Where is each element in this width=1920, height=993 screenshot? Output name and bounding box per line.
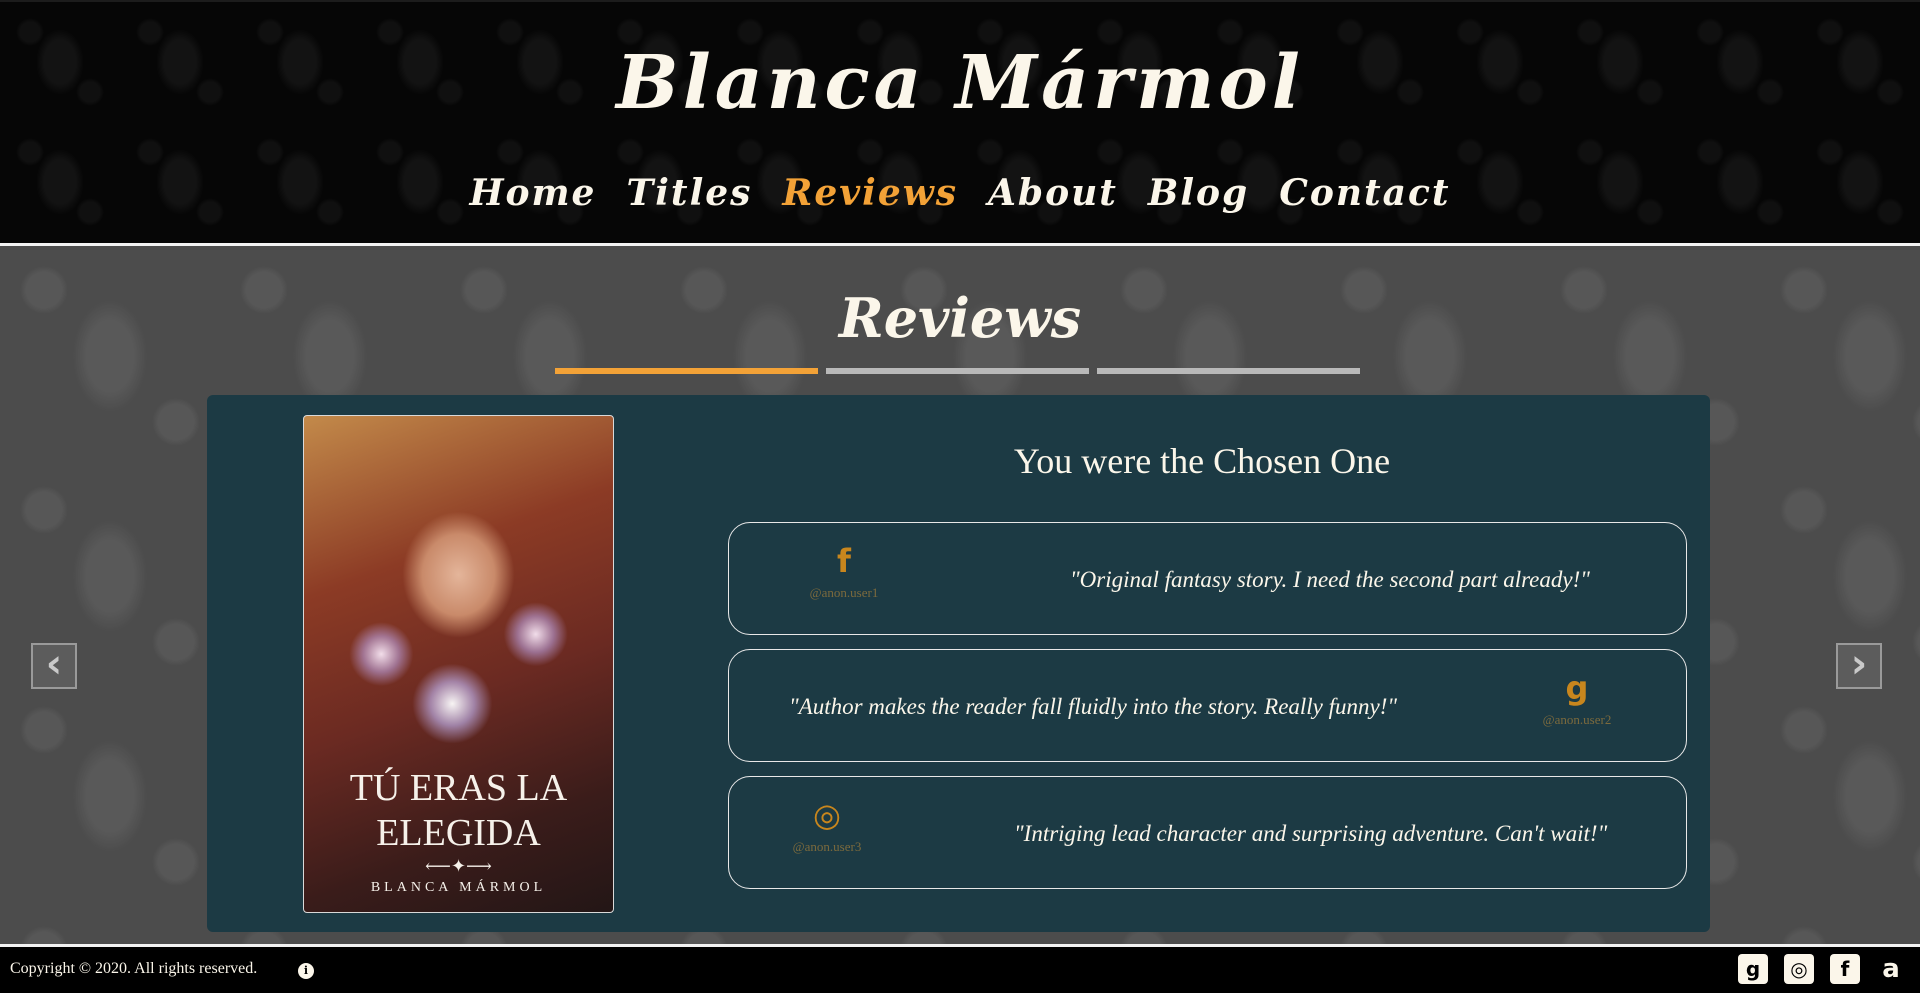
amazon-icon[interactable]: a: [1876, 954, 1906, 984]
review-item: "Author makes the reader fall fluidly in…: [728, 649, 1687, 762]
copyright-text: Copyright © 2020. All rights reserved.: [10, 960, 258, 977]
facebook-icon[interactable]: f: [769, 537, 919, 585]
carousel-indicator-1[interactable]: [555, 368, 818, 374]
review-user: @anon.user3: [792, 839, 862, 854]
review-source: ◎ @anon.user3: [752, 791, 902, 855]
carousel-prev-button[interactable]: ‹: [31, 643, 77, 689]
instagram-icon[interactable]: ◎: [752, 791, 902, 839]
carousel-indicators: [555, 368, 1360, 374]
review-user: @anon.user1: [809, 585, 879, 600]
goodreads-icon[interactable]: g: [1738, 954, 1768, 984]
review-item: f @anon.user1 "Original fantasy story. I…: [728, 522, 1687, 635]
ornament-icon: ⟵✦⟶: [425, 856, 492, 877]
nav-reviews[interactable]: Reviews: [782, 172, 958, 214]
chevron-left-icon: ‹: [45, 641, 63, 687]
info-icon[interactable]: i: [298, 963, 314, 979]
nav-contact[interactable]: Contact: [1279, 172, 1450, 214]
goodreads-icon[interactable]: g: [1502, 664, 1652, 712]
nav-blog[interactable]: Blog: [1148, 172, 1249, 214]
social-links: g ◎ f a: [1738, 954, 1906, 984]
carousel-indicator-2[interactable]: [826, 368, 1089, 374]
carousel-next-button[interactable]: ›: [1836, 643, 1882, 689]
review-source: g @anon.user2: [1502, 664, 1652, 728]
nav-titles[interactable]: Titles: [626, 172, 752, 214]
review-quote: "Intriging lead character and surprising…: [1014, 821, 1608, 846]
cover-author: BLANCA MÁRMOL: [370, 880, 547, 895]
review-source: f @anon.user1: [769, 537, 919, 601]
review-item: ◎ @anon.user3 "Intriging lead character …: [728, 776, 1687, 889]
cover-title: TÚ ERAS LA ELEGIDA: [349, 767, 568, 854]
nav-home[interactable]: Home: [469, 172, 596, 214]
site-header: Blanca Mármol Home Titles Reviews About …: [0, 0, 1920, 246]
nav-about[interactable]: About: [988, 172, 1118, 214]
review-user: @anon.user2: [1542, 712, 1612, 727]
reviews-section: Reviews ‹ › TÚ ERAS LA ELEGIDA ⟵✦⟶ BLANC…: [0, 246, 1920, 944]
review-card: TÚ ERAS LA ELEGIDA ⟵✦⟶ BLANCA MÁRMOL You…: [207, 395, 1710, 932]
site-title[interactable]: Blanca Mármol: [0, 40, 1920, 126]
carousel-indicator-3[interactable]: [1097, 368, 1360, 374]
review-quote: "Original fantasy story. I need the seco…: [1070, 567, 1590, 592]
book-cover: TÚ ERAS LA ELEGIDA ⟵✦⟶ BLANCA MÁRMOL: [303, 415, 614, 913]
chevron-right-icon: ›: [1850, 641, 1868, 687]
facebook-icon[interactable]: f: [1830, 954, 1860, 984]
main-nav: Home Titles Reviews About Blog Contact: [0, 172, 1920, 214]
review-quote: "Author makes the reader fall fluidly in…: [789, 694, 1398, 719]
instagram-icon[interactable]: ◎: [1784, 954, 1814, 984]
book-title: You were the Chosen One: [1013, 441, 1391, 481]
site-footer: Copyright © 2020. All rights reserved. i…: [0, 944, 1920, 993]
section-title: Reviews: [838, 286, 1082, 350]
